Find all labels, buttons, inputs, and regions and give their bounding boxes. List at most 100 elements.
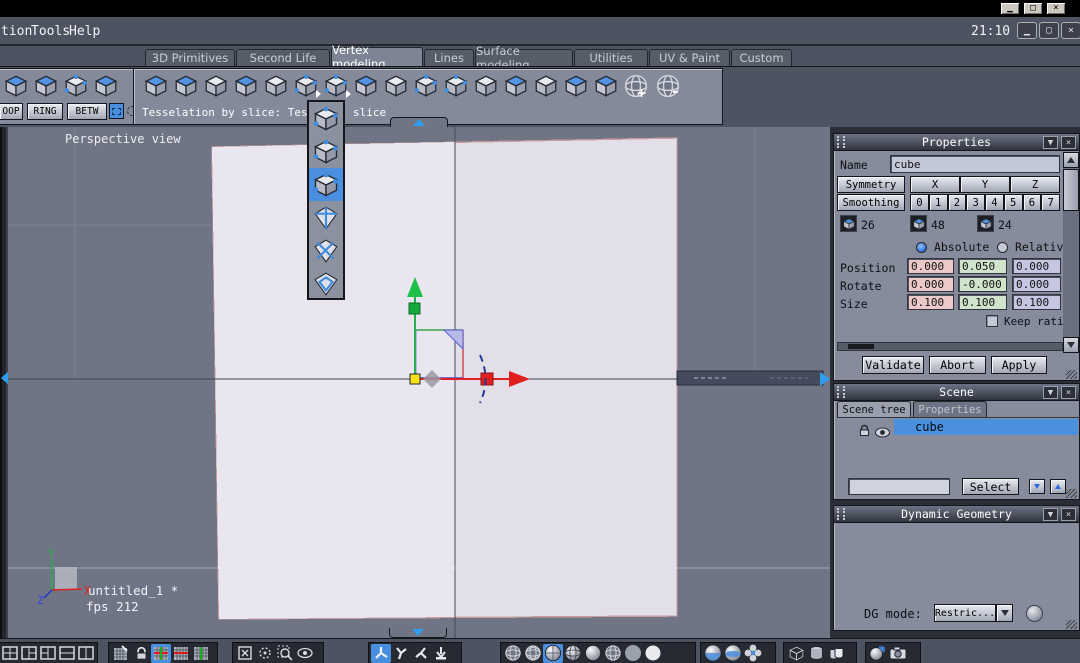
app-close-button[interactable]: × xyxy=(1061,22,1080,39)
tab-vertex-modeling[interactable]: Vertex modeling xyxy=(331,43,423,71)
scene-header[interactable]: Scene ▼ × xyxy=(834,384,1079,401)
tab-scene-tree[interactable]: Scene tree xyxy=(837,401,911,417)
right-panel-collapse-handle[interactable] xyxy=(820,372,830,386)
cylinder-icon[interactable] xyxy=(806,644,826,663)
eye-icon[interactable] xyxy=(875,423,890,442)
viewport-canvas[interactable]: Y Z X untitled_1 * fps 212 xyxy=(8,127,830,638)
light-icon[interactable] xyxy=(868,644,888,663)
layout-right-split-icon[interactable] xyxy=(38,644,57,663)
panel-menu-button[interactable]: ▼ xyxy=(1043,386,1058,399)
fold-sheet-icon[interactable] xyxy=(351,72,380,99)
between-button[interactable]: BETW xyxy=(67,103,107,120)
os-maximize-button[interactable]: □ xyxy=(1023,2,1043,15)
display-shaded-grid-icon[interactable] xyxy=(563,644,583,663)
tab-scene-properties[interactable]: Properties xyxy=(913,401,987,417)
dynamic-geometry-header[interactable]: Dynamic Geometry ▼ × xyxy=(834,506,1079,523)
smoothing-6-button[interactable]: 6 xyxy=(1022,194,1042,211)
move-up-button[interactable] xyxy=(1050,479,1066,494)
app-maximize-button[interactable]: ▢ xyxy=(1039,22,1059,39)
ring-button[interactable]: RING xyxy=(27,103,63,120)
layout-h-split-icon[interactable] xyxy=(57,644,76,663)
move-tool-icon[interactable] xyxy=(371,643,391,663)
os-close-button[interactable]: × xyxy=(1046,2,1066,15)
tab-utilities[interactable]: Utilities xyxy=(574,49,648,66)
scroll-up-icon[interactable] xyxy=(1063,152,1079,168)
sphere-detail-add-icon[interactable]: + xyxy=(621,72,650,99)
grid-x-axis-icon[interactable] xyxy=(171,644,191,663)
pane-inner-diamond-icon[interactable] xyxy=(309,267,343,300)
grid-xy-axes-icon[interactable] xyxy=(151,643,171,663)
display-flat-icon[interactable] xyxy=(623,644,643,663)
containers-icon[interactable] xyxy=(826,644,846,663)
app-minimize-button[interactable]: ▁ xyxy=(1017,22,1037,39)
edge-between-cube-icon[interactable] xyxy=(61,72,90,99)
symmetry-z-button[interactable]: Z xyxy=(1010,176,1060,193)
rotate-tool-icon[interactable] xyxy=(391,644,411,663)
face-select-cube-icon[interactable] xyxy=(91,72,120,99)
absolute-radio[interactable]: Absolute xyxy=(916,240,989,254)
lock-icon[interactable] xyxy=(858,422,871,441)
viewport-bottom-collapse-tab[interactable] xyxy=(389,628,447,638)
display-smooth-icon[interactable] xyxy=(583,644,603,663)
apply-button[interactable]: Apply xyxy=(991,356,1047,374)
panel-close-button[interactable]: × xyxy=(1061,386,1076,399)
size-z-field[interactable]: 0.100 xyxy=(1012,294,1061,310)
panel-close-button[interactable]: × xyxy=(1061,508,1076,521)
center-view-icon[interactable] xyxy=(255,644,275,663)
perspective-viewport[interactable]: Y Z X untitled_1 * fps 212 Perspective v… xyxy=(8,127,830,638)
menu-item-tools[interactable]: Tools xyxy=(31,24,70,39)
properties-hscrollbar[interactable] xyxy=(837,342,1063,351)
cap-cube-icon[interactable] xyxy=(171,72,200,99)
tab-lines[interactable]: Lines xyxy=(424,49,474,66)
layout-v-split-icon[interactable] xyxy=(76,644,95,663)
rotate-x-field[interactable]: 0.000 xyxy=(907,276,954,292)
zoom-region-icon[interactable] xyxy=(275,644,295,663)
menu-item-help[interactable]: Help xyxy=(69,24,100,39)
keep-ratio-checkbox[interactable] xyxy=(986,315,998,327)
tesselate-marked-3-icon[interactable] xyxy=(309,168,343,201)
validate-button[interactable]: Validate xyxy=(862,356,924,374)
dg-sphere-button[interactable] xyxy=(1026,605,1043,622)
tesselate-by-slice-icon[interactable] xyxy=(321,72,351,99)
display-shaded-wire-icon[interactable] xyxy=(543,643,563,663)
panel-grip-icon[interactable] xyxy=(837,136,845,148)
scene-tree-item-cube[interactable]: cube xyxy=(894,419,1078,435)
grid-y-axis-icon[interactable] xyxy=(191,644,211,663)
tab-3d-primitives[interactable]: 3D Primitives xyxy=(145,49,235,66)
cluster-cubes-icon[interactable] xyxy=(441,72,470,99)
smoothing-5-button[interactable]: 5 xyxy=(1003,194,1023,211)
drop-tool-icon[interactable] xyxy=(431,644,451,663)
smoothing-0-button[interactable]: 0 xyxy=(910,194,929,211)
os-minimize-button[interactable]: ▁ xyxy=(1000,2,1020,15)
smoothing-button[interactable]: Smoothing xyxy=(837,194,905,211)
tab-second-life[interactable]: Second Life xyxy=(236,49,330,66)
hscroll-thumb[interactable] xyxy=(848,344,874,349)
tesselate-points-icon[interactable] xyxy=(291,72,321,99)
symmetry-y-button[interactable]: Y xyxy=(960,176,1010,193)
vscroll-thumb[interactable] xyxy=(1063,169,1079,211)
round-corner-cube-icon[interactable] xyxy=(201,72,230,99)
relative-radio[interactable]: Relative xyxy=(997,240,1070,254)
material-sphere-icon[interactable] xyxy=(723,644,743,663)
position-z-field[interactable]: 0.000 xyxy=(1012,258,1061,274)
abort-button[interactable]: Abort xyxy=(929,356,986,374)
tab-custom[interactable]: Custom xyxy=(731,49,792,66)
dg-mode-dropdown-arrow[interactable] xyxy=(996,604,1013,622)
sphere-detail-remove-icon[interactable]: - xyxy=(653,72,682,99)
panel-grip-icon[interactable] xyxy=(837,508,845,520)
mirror-halves-icon[interactable] xyxy=(591,72,620,99)
horizontal-splitter[interactable] xyxy=(676,370,824,386)
rect-select-icon[interactable] xyxy=(109,103,124,119)
tab-surface-modeling[interactable]: Surface modeling xyxy=(475,44,573,72)
wrap-face-icon[interactable] xyxy=(501,72,530,99)
pierce-cube-icon[interactable] xyxy=(231,72,260,99)
size-y-field[interactable]: 0.100 xyxy=(958,294,1007,310)
panel-grip-icon[interactable] xyxy=(837,386,845,398)
symmetry-button[interactable]: Symmetry xyxy=(837,176,905,193)
wire-cube-icon[interactable] xyxy=(786,644,806,663)
smoothing-4-button[interactable]: 4 xyxy=(985,194,1004,211)
scroll-down-icon[interactable] xyxy=(1063,337,1079,353)
fit-view-icon[interactable] xyxy=(235,644,255,663)
stitch-points-icon[interactable] xyxy=(411,72,440,99)
smoothing-7-button[interactable]: 7 xyxy=(1041,194,1060,211)
